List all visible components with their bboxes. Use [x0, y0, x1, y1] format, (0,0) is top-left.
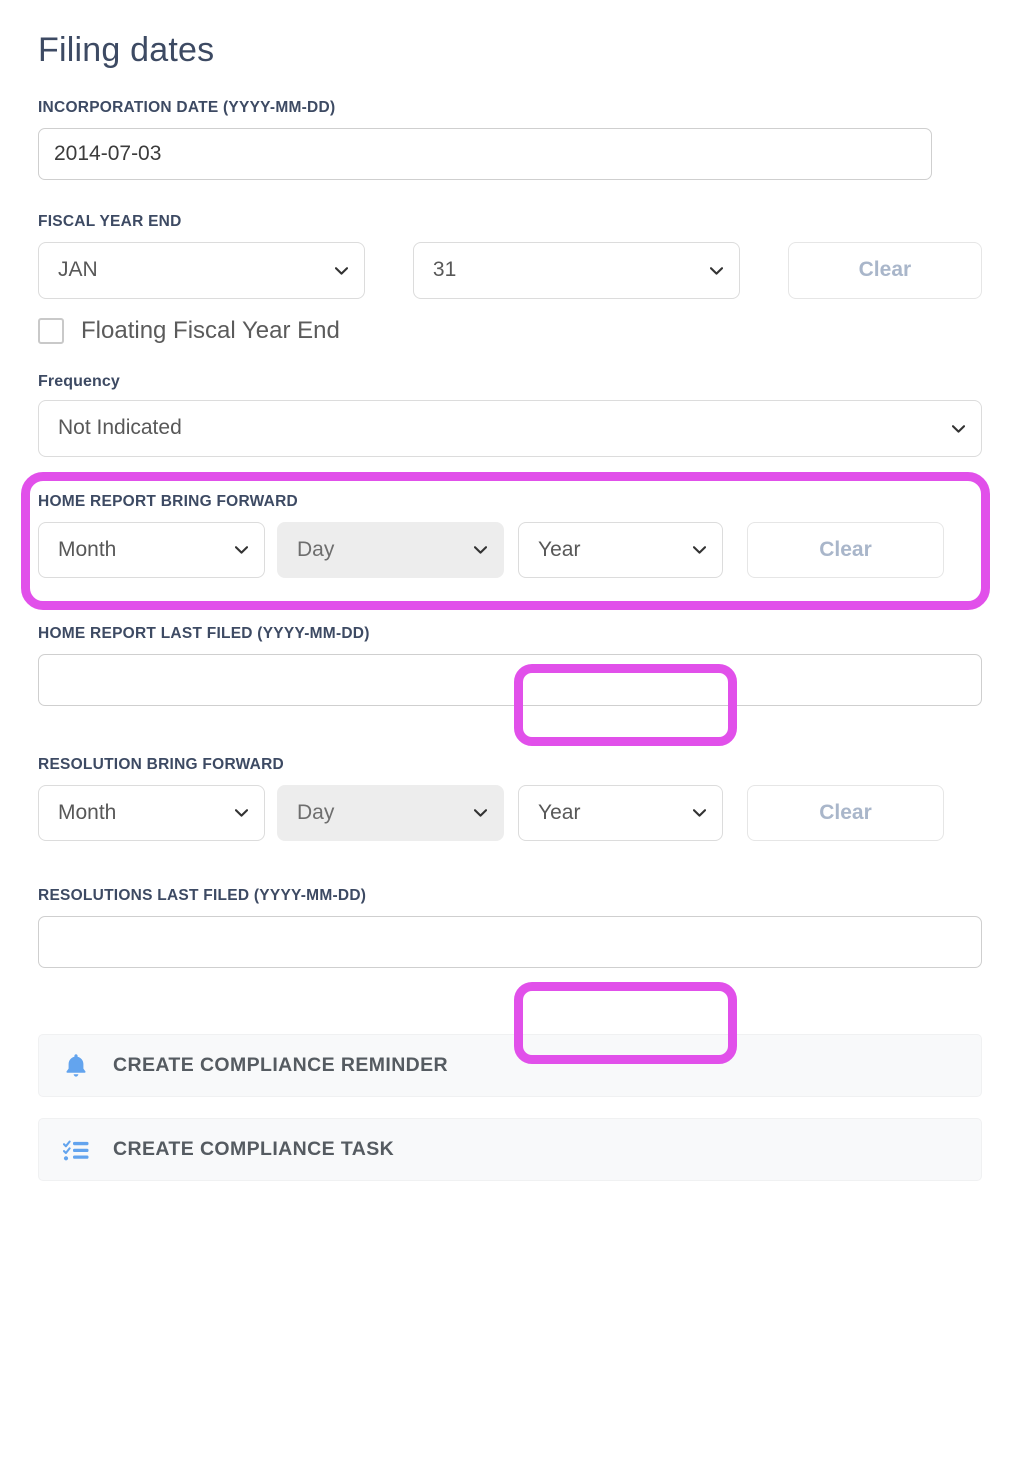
- resolution-month-select[interactable]: Month: [38, 785, 265, 841]
- resolution-bring-forward-row: Month Day Year Clear: [38, 785, 982, 841]
- home-report-clear-button[interactable]: Clear: [747, 522, 944, 578]
- resolution-day-value: Day: [277, 785, 504, 841]
- filing-dates-panel: Filing dates INCORPORATION DATE (YYYY-MM…: [0, 0, 1020, 1474]
- home-report-bring-forward-row: Month Day Year Clear: [38, 522, 982, 578]
- home-report-day-value: Day: [277, 522, 504, 578]
- floating-fiscal-year-end-label: Floating Fiscal Year End: [81, 317, 340, 344]
- frequency-label: Frequency: [38, 373, 120, 390]
- floating-fiscal-year-end-row[interactable]: Floating Fiscal Year End: [38, 317, 982, 345]
- home-report-last-filed-label: HOME REPORT LAST FILED (YYYY-MM-DD): [38, 625, 370, 642]
- home-report-year-select[interactable]: Year: [518, 522, 723, 578]
- page-title: Filing dates: [38, 31, 215, 69]
- home-report-day-select[interactable]: Day: [277, 522, 504, 578]
- incorporation-date-group: INCORPORATION DATE (YYYY-MM-DD): [38, 99, 982, 180]
- fiscal-year-end-group: FISCAL YEAR END JAN 31 Clear Floating Fi…: [38, 213, 982, 345]
- create-compliance-reminder-label: CREATE COMPLIANCE REMINDER: [113, 1054, 449, 1076]
- checklist-icon: [60, 1139, 92, 1161]
- home-report-bring-forward-group: HOME REPORT BRING FORWARD Month Day Year: [38, 493, 982, 578]
- resolution-bring-forward-label: RESOLUTION BRING FORWARD: [38, 756, 284, 773]
- resolution-month-value: Month: [38, 785, 265, 841]
- fiscal-year-end-month-value: JAN: [38, 242, 365, 299]
- frequency-group: Frequency Not Indicated: [38, 373, 982, 457]
- fiscal-year-end-month-select[interactable]: JAN: [38, 242, 365, 299]
- resolutions-last-filed-input[interactable]: [38, 916, 982, 968]
- home-report-year-value: Year: [518, 522, 723, 578]
- resolution-bring-forward-group: RESOLUTION BRING FORWARD Month Day Year: [38, 756, 982, 841]
- resolutions-last-filed-label: RESOLUTIONS LAST FILED (YYYY-MM-DD): [38, 887, 367, 904]
- fiscal-year-end-day-value: 31: [412, 242, 740, 299]
- fiscal-year-end-label: FISCAL YEAR END: [38, 213, 182, 230]
- home-report-month-select[interactable]: Month: [38, 522, 265, 578]
- fiscal-year-end-clear-button[interactable]: Clear: [787, 242, 982, 299]
- resolution-year-select[interactable]: Year: [518, 785, 723, 841]
- resolution-year-value: Year: [518, 785, 723, 841]
- create-compliance-task-label: CREATE COMPLIANCE TASK: [113, 1138, 395, 1160]
- fiscal-year-end-day-select[interactable]: 31: [412, 242, 740, 299]
- create-compliance-task-button[interactable]: CREATE COMPLIANCE TASK: [38, 1118, 982, 1181]
- frequency-value: Not Indicated: [38, 400, 982, 457]
- create-compliance-reminder-button[interactable]: CREATE COMPLIANCE REMINDER: [38, 1034, 982, 1097]
- incorporation-date-label: INCORPORATION DATE (YYYY-MM-DD): [38, 99, 336, 116]
- action-buttons: CREATE COMPLIANCE REMINDER CREATE COMPLI…: [38, 1034, 982, 1181]
- frequency-select[interactable]: Not Indicated: [38, 400, 982, 457]
- incorporation-date-input[interactable]: [38, 128, 932, 180]
- resolutions-last-filed-group: RESOLUTIONS LAST FILED (YYYY-MM-DD): [38, 887, 982, 968]
- fiscal-year-end-row: JAN 31 Clear: [38, 242, 982, 299]
- floating-fiscal-year-end-checkbox[interactable]: [38, 318, 64, 344]
- bell-icon: [60, 1053, 92, 1078]
- home-report-last-filed-group: HOME REPORT LAST FILED (YYYY-MM-DD): [38, 625, 982, 706]
- home-report-bring-forward-label: HOME REPORT BRING FORWARD: [38, 493, 298, 510]
- resolution-clear-button[interactable]: Clear: [747, 785, 944, 841]
- resolution-day-select[interactable]: Day: [277, 785, 504, 841]
- home-report-last-filed-input[interactable]: [38, 654, 982, 706]
- home-report-month-value: Month: [38, 522, 265, 578]
